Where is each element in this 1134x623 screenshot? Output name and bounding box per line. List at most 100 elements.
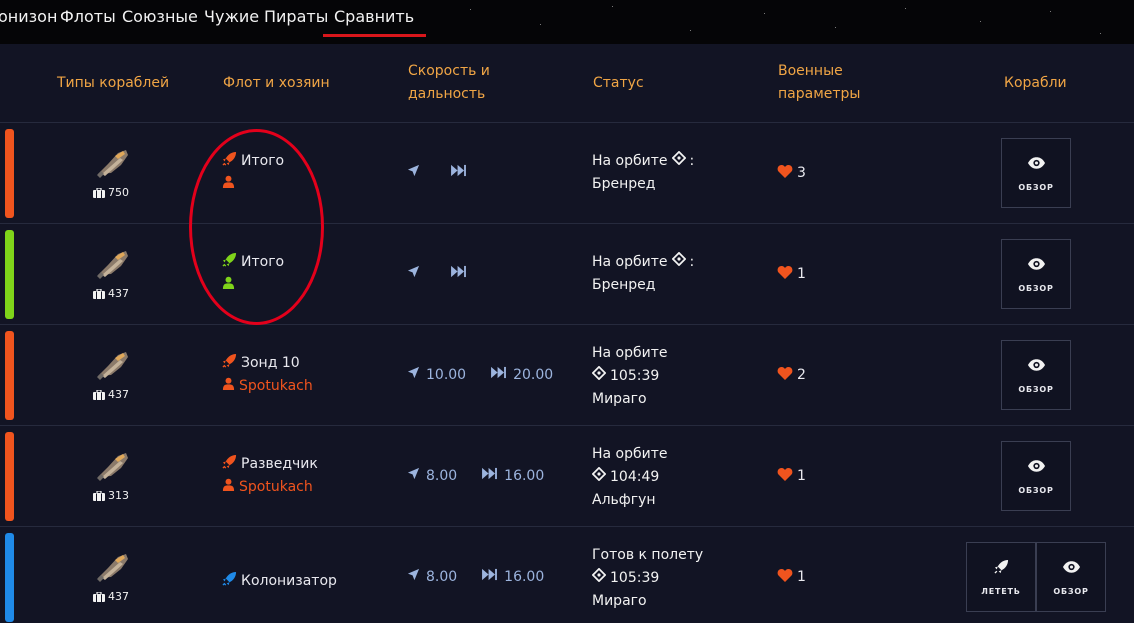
tab-pirates[interactable]: Пираты — [264, 7, 328, 26]
cargo-capacity: 437 — [93, 388, 129, 401]
eye-icon — [1062, 559, 1081, 578]
col-military: Военные параметры — [778, 63, 861, 102]
fleet-name-text: Зонд 10 — [241, 354, 300, 371]
ship-sprite-icon[interactable] — [95, 349, 131, 381]
range-value: 16.00 — [504, 568, 545, 585]
heart-icon — [777, 164, 793, 182]
status-location: Альфгун — [592, 492, 656, 508]
briefcase-icon — [93, 590, 105, 602]
heart-icon — [777, 265, 793, 283]
table-row: 750 Итого На орбите: Бренред 3 ОБЗОР — [0, 122, 1134, 223]
fleet-status: На орбите 104:49 Альфгун — [591, 443, 668, 512]
fast-forward-icon — [481, 568, 498, 585]
eye-icon — [1027, 256, 1046, 275]
hp-value: 1 — [797, 569, 806, 585]
col-status: Статус — [593, 75, 644, 91]
eye-icon — [1027, 155, 1046, 174]
fleet-status: На орбите: Бренред — [592, 150, 694, 196]
fleet-status: На орбите 105:39 Мираго — [591, 342, 668, 411]
speed-range: 10.00 20.00 — [407, 366, 553, 383]
fleet-color-stripe — [5, 230, 14, 319]
view-button[interactable]: ОБЗОР — [1001, 441, 1071, 511]
cargo-capacity: 437 — [93, 287, 129, 300]
eye-icon — [1027, 458, 1046, 477]
fleet-name[interactable]: Разведчик — [222, 454, 318, 473]
cargo-capacity: 313 — [93, 489, 129, 502]
cargo-value: 313 — [108, 489, 129, 502]
rocket-icon — [222, 353, 237, 372]
button-label: ОБЗОР — [1018, 182, 1054, 192]
briefcase-icon — [93, 186, 105, 198]
crosshair-icon — [671, 251, 686, 274]
fleet-color-stripe — [5, 129, 14, 218]
fleet-color-stripe — [5, 432, 14, 521]
speed-value: 8.00 — [426, 467, 458, 484]
view-button[interactable]: ОБЗОР — [1001, 138, 1071, 208]
tab-garrison[interactable]: онизон — [0, 7, 57, 26]
view-button[interactable]: ОБЗОР — [1036, 542, 1106, 612]
fast-forward-icon — [490, 366, 507, 383]
fleet-name[interactable]: Колонизатор — [222, 571, 337, 590]
tab-fleets[interactable]: Флоты — [60, 7, 116, 26]
status-location: Бренред — [592, 277, 656, 293]
view-button[interactable]: ОБЗОР — [1001, 239, 1071, 309]
briefcase-icon — [93, 388, 105, 400]
button-label: ОБЗОР — [1018, 485, 1054, 495]
table-row: 437 Колонизатор 8.00 16.00 Готов к полету 105… — [0, 526, 1134, 623]
military-params: 1 — [777, 568, 806, 586]
status-coords: 104:49 — [610, 469, 660, 485]
cargo-value: 437 — [108, 388, 129, 401]
range-value: 16.00 — [504, 467, 545, 484]
arrow-icon — [407, 164, 420, 181]
rocket-icon — [993, 559, 1009, 578]
fleet-status: Готов к полету 105:39 Мираго — [591, 544, 703, 613]
crosshair-icon — [671, 150, 686, 173]
hp-value: 2 — [797, 367, 806, 383]
col-ship-types: Типы кораблей — [57, 75, 170, 91]
status-text: На орбите — [592, 345, 668, 361]
speed-range: 8.00 16.00 — [407, 568, 544, 585]
military-params: 1 — [777, 265, 806, 283]
ship-sprite-icon[interactable] — [95, 551, 131, 583]
ship-sprite-icon[interactable] — [95, 450, 131, 482]
rocket-icon — [222, 571, 237, 590]
hp-value: 1 — [797, 468, 806, 484]
button-label: ЛЕТЕТЬ — [981, 586, 1021, 596]
fleet-owner[interactable]: Spotukach — [222, 478, 313, 495]
military-params: 1 — [777, 467, 806, 485]
button-label: ОБЗОР — [1018, 283, 1054, 293]
heart-icon — [777, 366, 793, 384]
table-row: 437 Зонд 10 Spotukach 10.00 20.00 На орбите 10… — [0, 324, 1134, 425]
fly-button[interactable]: ЛЕТЕТЬ — [966, 542, 1036, 612]
tab-compare[interactable]: Сравнить — [334, 7, 414, 26]
fleet-name[interactable]: Зонд 10 — [222, 353, 300, 372]
cargo-value: 437 — [108, 287, 129, 300]
status-text: На орбите — [592, 254, 668, 270]
hp-value: 3 — [797, 165, 806, 181]
speed-value: 10.00 — [426, 366, 467, 383]
status-coords: 105:39 — [610, 368, 660, 384]
crosshair-icon — [591, 567, 607, 590]
ship-sprite-icon[interactable] — [95, 147, 131, 179]
speed-value: 8.00 — [426, 568, 458, 585]
arrow-icon — [407, 366, 420, 383]
status-coords: : — [689, 254, 695, 270]
arrow-icon — [407, 265, 420, 282]
tab-foreign[interactable]: Чужие — [204, 7, 259, 26]
owner-name: Spotukach — [239, 377, 313, 394]
fleet-color-stripe — [5, 533, 14, 622]
fleet-status: На орбите: Бренред — [592, 251, 694, 297]
status-text: На орбите — [592, 446, 668, 462]
user-icon — [222, 478, 235, 495]
view-button[interactable]: ОБЗОР — [1001, 340, 1071, 410]
button-label: ОБЗОР — [1053, 586, 1089, 596]
fleet-owner[interactable]: Spotukach — [222, 377, 313, 394]
tab-allied[interactable]: Союзные — [122, 7, 198, 26]
range-value: 20.00 — [513, 366, 554, 383]
cargo-capacity: 750 — [93, 186, 129, 199]
table-row: 437 Итого На орбите: Бренред 1 ОБЗОР — [0, 223, 1134, 324]
fleet-name-text: Колонизатор — [241, 572, 337, 589]
military-params: 3 — [777, 164, 806, 182]
ship-sprite-icon[interactable] — [95, 248, 131, 280]
highlight-ellipse — [189, 129, 324, 325]
